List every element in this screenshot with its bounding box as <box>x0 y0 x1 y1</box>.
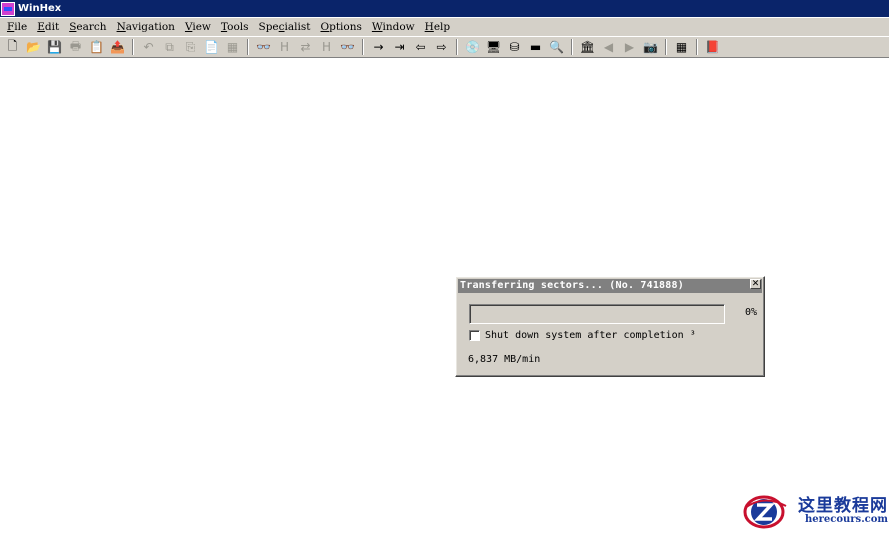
copy-sectors-icon[interactable]: ⛁ <box>504 38 525 56</box>
open-folder-icon[interactable]: 📂 <box>23 38 44 56</box>
back-arrow-icon[interactable]: ⇦ <box>410 38 431 56</box>
toolbar-separator <box>696 39 698 55</box>
save-icon[interactable]: 💾 <box>44 38 65 56</box>
toolbar-separator <box>665 39 667 55</box>
window-title: WinHex <box>18 3 62 14</box>
progress-bar <box>469 304 725 324</box>
toolbar-separator <box>362 39 364 55</box>
title-bar: WinHex <box>0 0 889 17</box>
goto-offset-icon[interactable]: → <box>368 38 389 56</box>
transfer-rate: 6,837 MB/min <box>468 354 541 365</box>
main-toolbar: 🗋 📂 💾 🖶 📋 📤 ↶ ⧉ ⎘ 📄 ▦ 👓 H ⇄ H 👓 → ⇥ ⇦ ⇨ … <box>0 36 889 58</box>
close-icon[interactable]: ✕ <box>750 279 761 289</box>
new-file-icon[interactable]: 🗋 <box>2 38 23 56</box>
analyze-icon[interactable]: 🏛 <box>577 38 598 56</box>
menu-view[interactable]: View <box>180 21 216 33</box>
winhex-app-icon[interactable] <box>1 1 15 16</box>
watermark: 这里教程网 herecours.com <box>742 488 889 533</box>
next-icon[interactable]: ▶ <box>619 38 640 56</box>
calculator-icon[interactable]: ▬ <box>525 38 546 56</box>
copy-icon[interactable]: ⧉ <box>159 38 180 56</box>
paste-icon[interactable]: 📄 <box>201 38 222 56</box>
goto-sector-icon[interactable]: ⇥ <box>389 38 410 56</box>
menu-window[interactable]: Window <box>367 21 420 33</box>
table-icon[interactable]: ▦ <box>671 38 692 56</box>
undo-icon[interactable]: ↶ <box>138 38 159 56</box>
progress-percent: 0% <box>745 307 758 318</box>
replace-hex-icon[interactable]: H <box>316 38 337 56</box>
transfer-progress-dialog: Transferring sectors... (No. 741888) ✕ 0… <box>455 276 765 377</box>
menu-specialist[interactable]: Specialist <box>254 21 316 33</box>
previous-icon[interactable]: ◀ <box>598 38 619 56</box>
menu-file[interactable]: File <box>2 21 32 33</box>
menu-search[interactable]: Search <box>64 21 111 33</box>
cut-icon[interactable]: ⎘ <box>180 38 201 56</box>
ram-editor-icon[interactable]: 🖥 <box>483 38 504 56</box>
menu-help[interactable]: Help <box>420 21 455 33</box>
watermark-logo <box>743 495 787 529</box>
help-book-icon[interactable]: 📕 <box>702 38 723 56</box>
print-icon[interactable]: 🖶 <box>65 38 86 56</box>
find-next-icon[interactable]: 👓 <box>337 38 358 56</box>
shutdown-checkbox[interactable] <box>469 330 480 341</box>
toolbar-separator <box>247 39 249 55</box>
menu-edit[interactable]: Edit <box>32 21 64 33</box>
search-disk-icon[interactable]: 🔍 <box>546 38 567 56</box>
snapshot-icon[interactable]: 📷 <box>640 38 661 56</box>
watermark-chinese-text: 这里教程网 <box>798 496 888 516</box>
replace-text-icon[interactable]: ⇄ <box>295 38 316 56</box>
toolbar-separator <box>132 39 134 55</box>
menu-options[interactable]: Options <box>316 21 367 33</box>
find-hex-icon[interactable]: H <box>274 38 295 56</box>
toolbar-separator <box>571 39 573 55</box>
find-text-icon[interactable]: 👓 <box>253 38 274 56</box>
properties-icon[interactable]: 📋 <box>86 38 107 56</box>
menu-bar: File Edit Search Navigation View Tools S… <box>0 18 889 36</box>
toolbar-separator <box>456 39 458 55</box>
forward-arrow-icon[interactable]: ⇨ <box>431 38 452 56</box>
dialog-title[interactable]: Transferring sectors... (No. 741888) <box>458 279 762 293</box>
export-icon[interactable]: 📤 <box>107 38 128 56</box>
watermark-url: herecours.com <box>805 514 889 525</box>
menu-tools[interactable]: Tools <box>216 21 254 33</box>
paste-special-icon[interactable]: ▦ <box>222 38 243 56</box>
shutdown-checkbox-label[interactable]: Shut down system after completion ³ <box>485 330 696 341</box>
open-disk-icon[interactable]: 💿 <box>462 38 483 56</box>
menu-navigation[interactable]: Navigation <box>112 21 180 33</box>
